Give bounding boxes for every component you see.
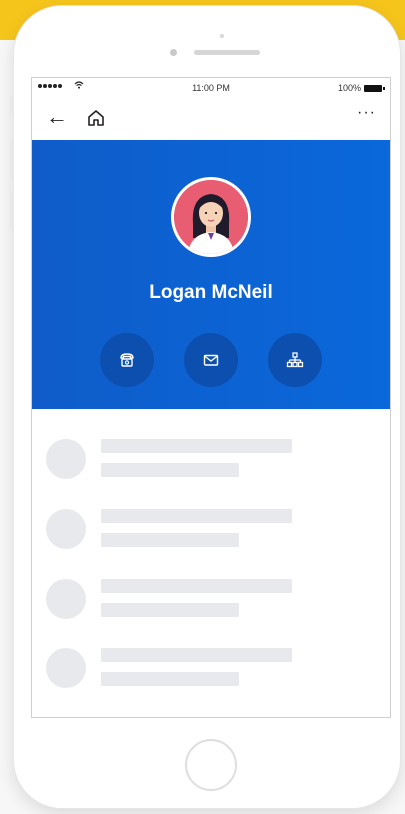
list-line-placeholder: [101, 672, 239, 686]
profile-header: Logan McNeil: [32, 140, 390, 409]
list-avatar-placeholder: [46, 439, 86, 479]
list-line-placeholder: [101, 648, 292, 662]
back-arrow-icon[interactable]: ←: [46, 106, 68, 128]
list-avatar-placeholder: [46, 648, 86, 688]
sensor-dot: [220, 34, 224, 38]
phone-icon: [120, 353, 134, 367]
status-bar: 11:00 PM 100%: [32, 78, 390, 100]
list-avatar-placeholder: [46, 579, 86, 619]
home-button[interactable]: [185, 739, 237, 791]
list-item[interactable]: [46, 439, 376, 483]
side-button: [10, 141, 14, 179]
battery-percent: 100%: [337, 83, 361, 93]
side-button: [10, 96, 14, 116]
profile-name: Logan McNeil: [149, 282, 273, 303]
mail-icon: [203, 354, 219, 366]
list-item[interactable]: [46, 648, 376, 692]
list-line-placeholder: [101, 579, 292, 593]
more-menu-button[interactable]: ···: [357, 104, 376, 122]
email-button[interactable]: [184, 333, 238, 387]
nav-bar: ← ···: [32, 102, 390, 138]
list-line-placeholder: [101, 603, 239, 617]
home-icon[interactable]: [86, 108, 106, 128]
call-button[interactable]: [100, 333, 154, 387]
battery-icon: [364, 84, 385, 92]
org-chart-button[interactable]: [268, 333, 322, 387]
list-line-placeholder: [101, 463, 239, 477]
list-line-placeholder: [101, 439, 292, 453]
battery-indicator: 100%: [337, 83, 385, 93]
status-time: 11:00 PM: [192, 83, 230, 93]
list-item[interactable]: [46, 509, 376, 553]
list-item[interactable]: [46, 579, 376, 623]
list-line-placeholder: [101, 533, 239, 547]
front-camera: [170, 49, 177, 56]
app-screen: 11:00 PM 100% ← ··· Logan McNeil: [31, 77, 391, 718]
list-avatar-placeholder: [46, 509, 86, 549]
org-chart-icon: [286, 352, 304, 368]
earpiece-speaker: [194, 50, 260, 55]
avatar[interactable]: [174, 180, 248, 254]
list-line-placeholder: [101, 509, 292, 523]
side-button: [10, 191, 14, 229]
